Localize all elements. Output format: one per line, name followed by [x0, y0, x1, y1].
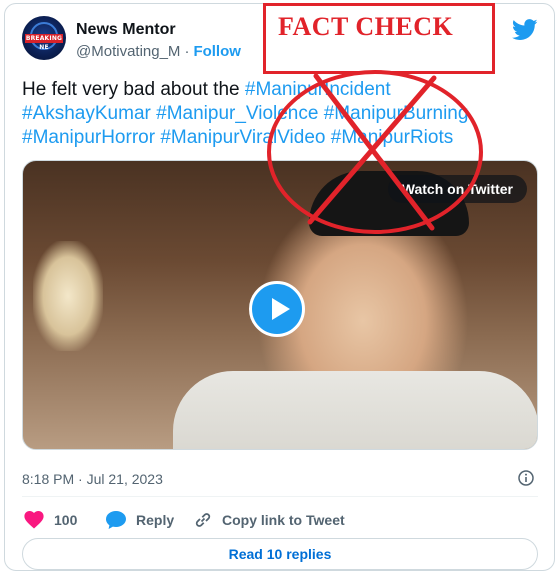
separator-dot: · [184, 43, 190, 60]
video-background-lamp [33, 241, 103, 351]
cross-out-icon [267, 70, 483, 234]
like-count: 100 [54, 512, 78, 528]
hashtag-link[interactable]: #AkshayKumar [22, 103, 151, 124]
reply-button[interactable]: Reply [106, 509, 174, 531]
play-icon[interactable] [249, 281, 305, 337]
copy-link-label: Copy link to Tweet [222, 512, 345, 528]
author-handle-row: @Motivating_M · Follow [76, 43, 241, 60]
reply-label: Reply [136, 512, 175, 528]
twitter-bird-icon[interactable] [512, 19, 538, 41]
read-replies-button[interactable]: Read 10 replies [22, 538, 538, 570]
follow-button[interactable]: Follow [193, 43, 241, 60]
avatar-badge: BREAKING NE [25, 34, 63, 51]
divider [22, 496, 538, 497]
fact-check-stamp: FACT CHECK [263, 3, 495, 74]
hashtag-link[interactable]: #ManipurHorror [22, 127, 155, 148]
avatar[interactable]: BREAKING NE [22, 16, 66, 60]
like-button[interactable]: 100 [24, 509, 77, 531]
copy-link-button[interactable]: Copy link to Tweet [194, 509, 345, 531]
video-subject-shirt [173, 371, 537, 449]
author-name[interactable]: News Mentor [76, 21, 176, 39]
tweet-text-plain: He felt very bad about the [22, 79, 245, 100]
info-icon[interactable] [518, 470, 534, 486]
tweet-timestamp[interactable]: 8:18 PM · Jul 21, 2023 [22, 471, 163, 487]
fact-check-label: FACT CHECK [278, 12, 454, 41]
heart-icon [24, 511, 44, 529]
author-handle[interactable]: @Motivating_M [76, 43, 180, 60]
link-icon [195, 513, 211, 527]
reply-icon [106, 511, 126, 529]
